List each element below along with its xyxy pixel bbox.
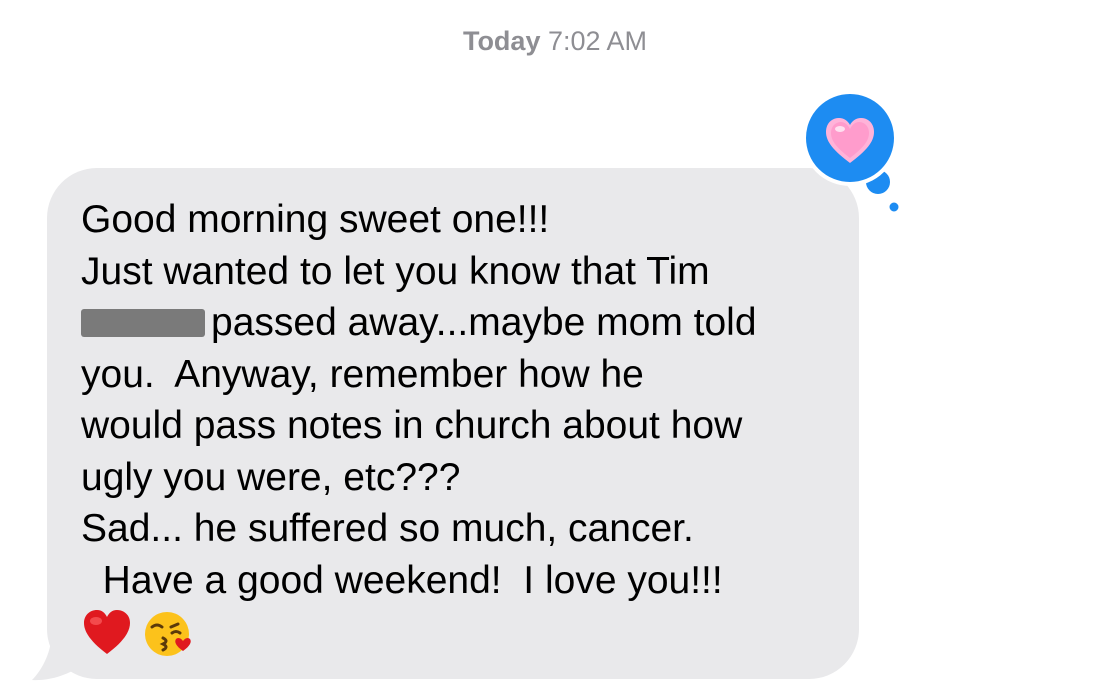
incoming-message-bubble[interactable]: Good morning sweet one!!! Just wanted to… [47, 168, 859, 679]
message-timestamp: Today 7:02 AM [0, 26, 1110, 57]
message-line: passed away...maybe mom told [81, 297, 839, 349]
message-line: Sad... he suffered so much, cancer. [81, 507, 694, 550]
message-line: would pass notes in church about how [81, 404, 743, 447]
message-line: Have a good weekend! I love you!!! [81, 558, 723, 602]
message-line-text: passed away...maybe mom told [211, 301, 757, 344]
message-line: ugly you were, etc??? [81, 455, 461, 499]
message-line: you. Anyway, remember how he [81, 352, 644, 396]
redacted-name-block [81, 309, 205, 337]
tapback-reaction[interactable] [800, 88, 912, 220]
timestamp-time: 7:02 AM [547, 26, 648, 56]
message-line: Good morning sweet one!!! [81, 198, 550, 241]
red-heart-icon [84, 610, 130, 654]
emoji-row [81, 610, 839, 662]
message-line: Just wanted to let you know that Tim [81, 249, 710, 293]
timestamp-day: Today [462, 26, 541, 56]
face-blowing-kiss-icon [145, 612, 191, 656]
